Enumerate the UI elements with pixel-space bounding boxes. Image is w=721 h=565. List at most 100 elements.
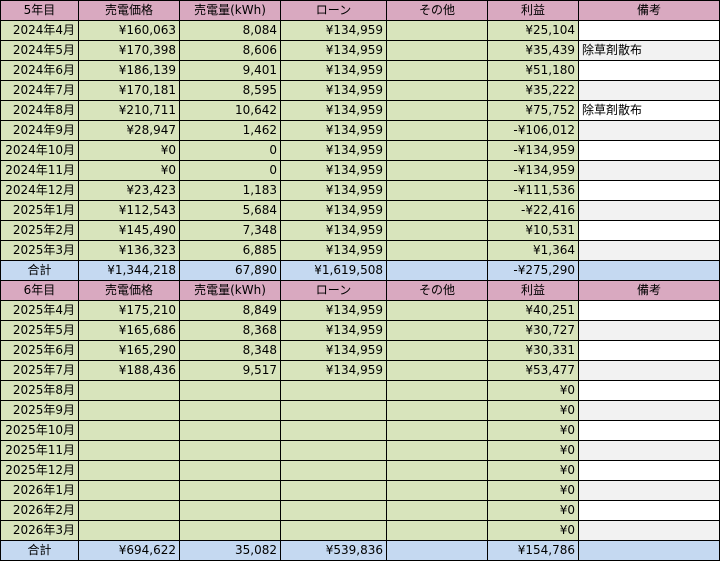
note-cell[interactable] [578,60,720,81]
loan-cell[interactable]: ¥134,959 [280,160,387,181]
total-price-cell[interactable]: ¥1,344,218 [78,260,180,281]
note-cell[interactable]: 除草剤散布 [578,100,720,121]
note-cell[interactable] [578,420,720,441]
note-cell[interactable] [578,340,720,361]
profit-cell[interactable]: ¥0 [487,380,579,401]
profit-cell[interactable]: ¥0 [487,440,579,461]
loan-cell[interactable]: ¥134,959 [280,180,387,201]
profit-cell[interactable]: -¥22,416 [487,200,579,221]
price-cell[interactable]: ¥210,711 [78,100,180,121]
other-cell[interactable] [386,40,488,61]
other-cell[interactable] [386,420,488,441]
total-profit-cell[interactable]: ¥154,786 [487,540,579,561]
total-note-cell[interactable] [578,540,720,561]
kwh-cell[interactable]: 10,642 [179,100,281,121]
month-cell[interactable]: 2025年7月 [0,360,79,381]
other-cell[interactable] [386,100,488,121]
price-cell[interactable] [78,480,180,501]
total-kwh-cell[interactable]: 67,890 [179,260,281,281]
month-cell[interactable]: 2024年4月 [0,20,79,41]
other-cell[interactable] [386,220,488,241]
other-cell[interactable] [386,60,488,81]
month-cell[interactable]: 2024年10月 [0,140,79,161]
month-cell[interactable]: 2025年4月 [0,300,79,321]
kwh-cell[interactable]: 0 [179,140,281,161]
month-cell[interactable]: 2024年5月 [0,40,79,61]
total-loan-cell[interactable]: ¥539,836 [280,540,387,561]
kwh-cell[interactable] [179,400,281,421]
note-cell[interactable] [578,380,720,401]
loan-cell[interactable]: ¥134,959 [280,40,387,61]
note-cell[interactable] [578,180,720,201]
profit-cell[interactable]: ¥75,752 [487,100,579,121]
total-loan-cell[interactable]: ¥1,619,508 [280,260,387,281]
loan-cell[interactable]: ¥134,959 [280,120,387,141]
note-cell[interactable] [578,520,720,541]
kwh-cell[interactable]: 0 [179,160,281,181]
kwh-cell[interactable]: 8,595 [179,80,281,101]
profit-cell[interactable]: ¥30,331 [487,340,579,361]
profit-cell[interactable]: ¥30,727 [487,320,579,341]
other-cell[interactable] [386,400,488,421]
note-cell[interactable] [578,300,720,321]
column-header-cell[interactable]: ローン [280,0,387,21]
profit-cell[interactable]: ¥0 [487,460,579,481]
month-cell[interactable]: 2025年10月 [0,420,79,441]
price-cell[interactable] [78,400,180,421]
note-cell[interactable] [578,440,720,461]
total-label-cell[interactable]: 合計 [0,540,79,561]
price-cell[interactable]: ¥136,323 [78,240,180,261]
other-cell[interactable] [386,340,488,361]
price-cell[interactable]: ¥170,181 [78,80,180,101]
profit-cell[interactable]: ¥10,531 [487,220,579,241]
month-cell[interactable]: 2026年1月 [0,480,79,501]
kwh-cell[interactable]: 1,183 [179,180,281,201]
loan-cell[interactable] [280,500,387,521]
loan-cell[interactable]: ¥134,959 [280,80,387,101]
note-cell[interactable] [578,400,720,421]
other-cell[interactable] [386,440,488,461]
loan-cell[interactable]: ¥134,959 [280,340,387,361]
price-cell[interactable] [78,460,180,481]
other-cell[interactable] [386,120,488,141]
profit-cell[interactable]: ¥0 [487,520,579,541]
other-cell[interactable] [386,460,488,481]
note-cell[interactable] [578,460,720,481]
other-cell[interactable] [386,20,488,41]
month-cell[interactable]: 2025年11月 [0,440,79,461]
note-cell[interactable] [578,320,720,341]
total-profit-cell[interactable]: -¥275,290 [487,260,579,281]
price-cell[interactable]: ¥0 [78,140,180,161]
total-other-cell[interactable] [386,540,488,561]
price-cell[interactable]: ¥28,947 [78,120,180,141]
loan-cell[interactable]: ¥134,959 [280,360,387,381]
profit-cell[interactable]: -¥134,959 [487,160,579,181]
profit-cell[interactable]: ¥0 [487,500,579,521]
column-header-cell[interactable]: 備考 [578,280,720,301]
note-cell[interactable] [578,160,720,181]
note-cell[interactable] [578,20,720,41]
price-cell[interactable]: ¥188,436 [78,360,180,381]
price-cell[interactable]: ¥186,139 [78,60,180,81]
profit-cell[interactable]: -¥106,012 [487,120,579,141]
profit-cell[interactable]: ¥35,439 [487,40,579,61]
price-cell[interactable]: ¥165,290 [78,340,180,361]
note-cell[interactable] [578,120,720,141]
month-cell[interactable]: 2025年6月 [0,340,79,361]
kwh-cell[interactable] [179,460,281,481]
kwh-cell[interactable] [179,380,281,401]
price-cell[interactable]: ¥23,423 [78,180,180,201]
other-cell[interactable] [386,380,488,401]
column-header-cell[interactable]: 備考 [578,0,720,21]
price-cell[interactable] [78,520,180,541]
loan-cell[interactable]: ¥134,959 [280,300,387,321]
kwh-cell[interactable]: 8,368 [179,320,281,341]
profit-cell[interactable]: ¥53,477 [487,360,579,381]
total-other-cell[interactable] [386,260,488,281]
kwh-cell[interactable] [179,500,281,521]
column-header-cell[interactable]: 利益 [487,0,579,21]
profit-cell[interactable]: -¥111,536 [487,180,579,201]
kwh-cell[interactable] [179,520,281,541]
total-kwh-cell[interactable]: 35,082 [179,540,281,561]
note-cell[interactable] [578,140,720,161]
